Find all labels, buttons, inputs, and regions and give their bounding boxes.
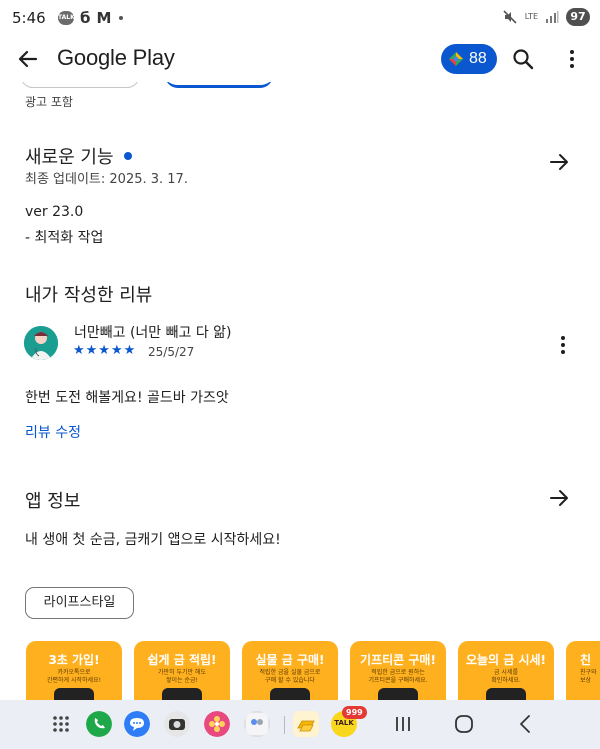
app-description: 내 생애 첫 순금, 금캐기 앱으로 시작하세요! xyxy=(25,532,281,548)
play-points-icon xyxy=(449,52,463,66)
kakaotalk-notification-icon: TALK xyxy=(58,11,75,25)
avatar xyxy=(24,326,58,360)
screenshot-subtitle: 가만히 두기만 해도 쌓이는 순금! xyxy=(158,669,206,684)
status-time: 5:46 xyxy=(12,9,46,27)
signal-icon xyxy=(546,11,559,23)
review-text: 한번 도전 해볼게요! 골드바 가즈앗 xyxy=(25,390,229,406)
review-date: 25/5/27 xyxy=(148,345,195,359)
reviewer-name: 너만빼고 (너만 빼고 다 앎) xyxy=(74,325,232,341)
dock-divider xyxy=(284,716,285,734)
gold-app-icon[interactable] xyxy=(293,711,319,737)
screenshot-card[interactable]: 오늘의 금 시세! 금 시세를 확인하세요. xyxy=(458,641,554,703)
notification-icons: TALK б M xyxy=(58,9,124,27)
more-notifications-dot-icon xyxy=(119,16,124,20)
mute-icon xyxy=(503,10,517,24)
navigation-bar: TALK 999 xyxy=(0,700,600,749)
review-stars: ★★★★★ xyxy=(73,343,137,358)
screenshot-subtitle: 금 시세를 확인하세요. xyxy=(491,669,521,684)
screenshot-card[interactable]: 기프티콘 구매! 적립한 금으로 원하는 기프티콘을 구매하세요. xyxy=(350,641,446,703)
version-text: ver 23.0 xyxy=(25,204,84,220)
scrolled-action-buttons xyxy=(0,82,600,90)
partial-install-button[interactable] xyxy=(165,82,273,88)
gallery-app-icon[interactable] xyxy=(204,711,230,737)
kakaotalk-label: TALK xyxy=(334,719,354,727)
screenshot-subtitle: 적립한 금을 실물 금으로 구매 할 수 있습니다 xyxy=(259,669,321,684)
search-icon[interactable] xyxy=(510,46,536,72)
app-bar: Google Play 88 xyxy=(0,36,600,82)
screenshot-card[interactable]: 3초 가입! 카카오톡으로 간편하게 시작하세요! xyxy=(26,641,122,703)
kakaotalk-unread-badge: 999 xyxy=(342,706,367,719)
review-more-options-icon[interactable] xyxy=(553,334,573,356)
system-status-icons: LTE 97 xyxy=(502,8,590,26)
partial-outline-button[interactable] xyxy=(20,82,140,88)
app-info-heading[interactable]: 앱 정보 xyxy=(25,487,80,513)
avatar-illustration-icon xyxy=(24,326,58,360)
phone-app-icon[interactable] xyxy=(86,711,112,737)
screenshot-subtitle: 친구와 보상 xyxy=(580,669,597,684)
play-points-button[interactable]: 88 xyxy=(441,44,497,74)
play-points-count: 88 xyxy=(469,50,487,67)
status-bar: 5:46 TALK б M LTE 97 xyxy=(0,0,600,36)
category-chip[interactable]: 라이프스타일 xyxy=(25,587,134,619)
contains-ads-label: 광고 포함 xyxy=(25,95,73,109)
app-folder-icon[interactable] xyxy=(244,711,270,737)
gmail-notification-icon: M xyxy=(96,9,112,27)
home-icon[interactable] xyxy=(453,713,475,735)
new-indicator-dot xyxy=(123,152,132,160)
screenshot-title: 기프티콘 구매! xyxy=(360,653,436,667)
app-bar-title: Google Play xyxy=(57,45,175,70)
messages-app-icon[interactable] xyxy=(124,711,150,737)
screenshot-carousel[interactable]: 3초 가입! 카카오톡으로 간편하게 시작하세요! 쉽게 금 적립! 가만히 두… xyxy=(0,641,600,703)
screenshot-card[interactable]: 실물 금 구매! 적립한 금을 실물 금으로 구매 할 수 있습니다 xyxy=(242,641,338,703)
whats-new-heading[interactable]: 새로운 기능 xyxy=(25,143,132,169)
screenshot-card[interactable]: 쉽게 금 적립! 가만히 두기만 해도 쌓이는 순금! xyxy=(134,641,230,703)
screenshot-title: 오늘의 금 시세! xyxy=(465,653,547,667)
screenshot-title: 실물 금 구매! xyxy=(255,653,325,667)
my-review-heading: 내가 작성한 리뷰 xyxy=(25,285,153,306)
system-back-icon[interactable] xyxy=(515,713,537,735)
screenshot-subtitle: 적립한 금으로 원하는 기프티콘을 구매하세요. xyxy=(368,669,428,684)
screenshot-subtitle: 카카오톡으로 간편하게 시작하세요! xyxy=(47,669,101,684)
app-drawer-icon[interactable] xyxy=(48,711,74,737)
back-arrow-icon[interactable] xyxy=(14,46,42,72)
more-options-icon[interactable] xyxy=(560,46,584,72)
battery-indicator: 97 xyxy=(566,8,590,26)
notification-glyph-icon: б xyxy=(80,9,91,27)
lte-indicator: LTE xyxy=(524,12,538,21)
last-updated-text: 최종 업데이트: 2025. 3. 17. xyxy=(25,172,188,187)
screenshot-title: 쉽게 금 적립! xyxy=(147,653,217,667)
whats-new-title: 새로운 기능 xyxy=(25,147,114,168)
release-note-text: - 최적화 작업 xyxy=(25,230,104,246)
screenshot-card[interactable]: 친 친구와 보상 xyxy=(566,641,600,703)
whats-new-arrow-icon[interactable] xyxy=(547,150,571,174)
recent-apps-icon[interactable] xyxy=(392,713,414,735)
camera-app-icon[interactable] xyxy=(164,711,190,737)
app-info-arrow-icon[interactable] xyxy=(547,486,571,510)
edit-review-link[interactable]: 리뷰 수정 xyxy=(25,422,81,442)
screenshot-title: 친 xyxy=(580,653,592,667)
screenshot-title: 3초 가입! xyxy=(48,653,100,667)
